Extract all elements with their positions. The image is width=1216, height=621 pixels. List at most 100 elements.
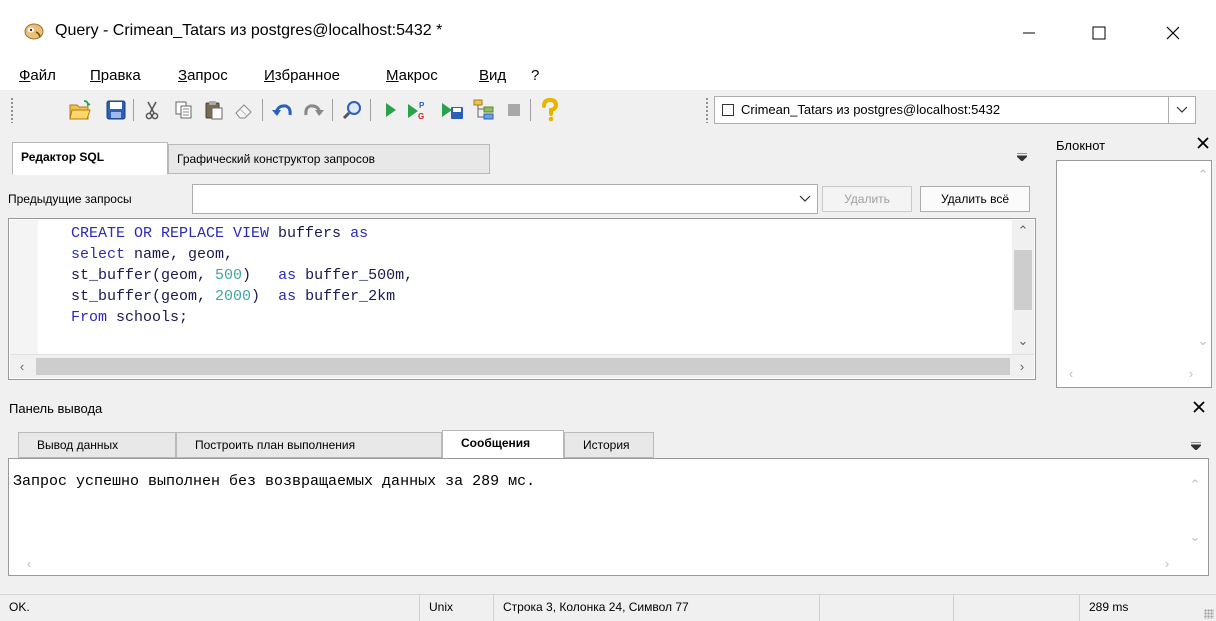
execute-pgscript-button[interactable]: P G bbox=[406, 98, 430, 122]
code-token: schools; bbox=[116, 309, 189, 326]
sql-code[interactable]: CREATE OR REPLACE VIEW buffers as select … bbox=[71, 223, 413, 328]
chevron-right-icon[interactable]: › bbox=[1159, 555, 1175, 571]
tab-messages[interactable]: Сообщения bbox=[442, 430, 564, 459]
history-label: Предыдущие запросы bbox=[8, 192, 132, 206]
code-token: 2000 bbox=[215, 288, 252, 305]
menu-macros[interactable]: Макрос bbox=[386, 67, 438, 84]
redo-button[interactable] bbox=[302, 98, 326, 122]
connection-dropdown-button[interactable] bbox=[1168, 96, 1196, 124]
chevron-left-icon[interactable]: ‹ bbox=[14, 358, 30, 374]
resize-grip[interactable] bbox=[1204, 609, 1214, 619]
editor-horizontal-scrollbar[interactable]: ‹ › bbox=[10, 354, 1034, 378]
output-panel: Панель вывода Вывод данных Построить пла… bbox=[0, 394, 1216, 594]
execute-button[interactable] bbox=[378, 98, 402, 122]
chevron-down-icon[interactable]: ⌄ bbox=[1187, 529, 1203, 545]
menu-file[interactable]: Файл bbox=[19, 67, 56, 84]
menu-edit[interactable]: Правка bbox=[90, 67, 141, 84]
chevron-up-icon[interactable]: ⌃ bbox=[1187, 477, 1203, 493]
sql-code-editor[interactable]: CREATE OR REPLACE VIEW buffers as select … bbox=[8, 218, 1036, 380]
scrollbar-thumb[interactable] bbox=[36, 358, 1010, 375]
delete-button[interactable]: Удалить bbox=[822, 186, 912, 212]
execute-to-file-button[interactable] bbox=[440, 98, 464, 122]
paste-button[interactable] bbox=[202, 98, 226, 122]
chevron-up-icon[interactable]: ⌃ bbox=[1015, 223, 1031, 239]
chevron-right-icon[interactable]: › bbox=[1183, 365, 1199, 381]
editor-vertical-scrollbar[interactable]: ⌃ ⌄ bbox=[1012, 220, 1034, 354]
tab-data-output[interactable]: Вывод данных bbox=[18, 432, 176, 458]
status-state: OK. bbox=[0, 595, 420, 621]
menu-help[interactable]: ? bbox=[531, 67, 539, 84]
code-token: as bbox=[278, 267, 306, 284]
menu-view[interactable]: Вид bbox=[479, 67, 506, 84]
code-token: CREATE OR REPLACE VIEW bbox=[71, 225, 279, 242]
dropdown-arrow-icon bbox=[1191, 442, 1201, 450]
help-icon bbox=[542, 98, 559, 122]
tab-history[interactable]: История bbox=[564, 432, 654, 458]
play-icon bbox=[386, 103, 396, 117]
toolbar-grip[interactable] bbox=[10, 97, 14, 123]
status-empty-cell bbox=[954, 595, 1080, 621]
tab-graphical-query-builder[interactable]: Графический конструктор запросов bbox=[168, 144, 490, 174]
code-token: name, geom, bbox=[134, 246, 234, 263]
query-history-row: Предыдущие запросы Удалить Удалить всё bbox=[8, 184, 1042, 214]
clear-button[interactable] bbox=[232, 98, 256, 122]
minimize-button[interactable] bbox=[1006, 16, 1052, 50]
maximize-button[interactable] bbox=[1076, 16, 1122, 50]
chevron-left-icon[interactable]: ‹ bbox=[21, 555, 37, 571]
chevron-down-icon[interactable]: ⌄ bbox=[1015, 333, 1031, 349]
code-token: st_buffer(geom, bbox=[71, 267, 216, 284]
toolbar-separator bbox=[332, 99, 333, 121]
notepad-panel: Блокнот ⌃ ⌄ ‹ › bbox=[1048, 134, 1216, 388]
scrollbar-thumb[interactable] bbox=[1014, 250, 1032, 310]
notepad-close-button[interactable] bbox=[1196, 136, 1212, 154]
menu-query[interactable]: Запрос bbox=[178, 67, 228, 84]
cut-button[interactable] bbox=[140, 98, 164, 122]
explain-icon bbox=[473, 99, 494, 120]
output-tab-list-menu-button[interactable] bbox=[1188, 438, 1204, 454]
copy-button[interactable] bbox=[172, 98, 196, 122]
code-token: ) bbox=[242, 267, 279, 284]
connection-select[interactable]: Crimean_Tatars из postgres@localhost:543… bbox=[714, 96, 1196, 124]
code-token: buffer_500m, bbox=[305, 267, 414, 284]
close-button[interactable] bbox=[1150, 16, 1196, 50]
tab-sql-editor[interactable]: Редактор SQL bbox=[12, 142, 168, 175]
delete-all-button[interactable]: Удалить всё bbox=[920, 186, 1030, 212]
chevron-up-icon[interactable]: ⌃ bbox=[1195, 167, 1211, 183]
help-button[interactable] bbox=[538, 98, 562, 122]
chevron-left-icon[interactable]: ‹ bbox=[1063, 365, 1079, 381]
editor-gutter bbox=[10, 220, 38, 354]
magnifier-icon bbox=[342, 101, 361, 120]
menu-favourites[interactable]: Избранное bbox=[264, 67, 340, 84]
copy-icon bbox=[175, 101, 192, 119]
open-file-button[interactable] bbox=[68, 98, 92, 122]
toolbar-grip[interactable] bbox=[705, 97, 709, 123]
save-button[interactable] bbox=[104, 98, 128, 122]
messages-output[interactable]: Запрос успешно выполнен без возвращаемых… bbox=[8, 458, 1209, 576]
cut-icon bbox=[145, 101, 159, 120]
sql-editor-panel: Редактор SQL Графический конструктор зап… bbox=[8, 134, 1042, 388]
code-line[interactable]: st_buffer(geom, 500) as buffer_500m, bbox=[71, 265, 413, 286]
chevron-right-icon[interactable]: › bbox=[1014, 358, 1030, 374]
code-line[interactable]: select name, geom, bbox=[71, 244, 413, 265]
code-line[interactable]: st_buffer(geom, 2000) as buffer_2km bbox=[71, 286, 413, 307]
notepad-textarea[interactable]: ⌃ ⌄ ‹ › bbox=[1056, 160, 1212, 388]
status-elapsed-time: 289 ms bbox=[1089, 600, 1129, 614]
explain-query-button[interactable] bbox=[472, 98, 496, 122]
stop-button[interactable] bbox=[502, 98, 526, 122]
code-line[interactable]: From schools; bbox=[71, 307, 413, 328]
undo-button[interactable] bbox=[270, 98, 294, 122]
title-bar: Query - Crimean_Tatars из postgres@local… bbox=[0, 0, 1216, 62]
undo-icon bbox=[272, 104, 292, 116]
tab-explain-plan[interactable]: Построить план выполнения bbox=[176, 432, 442, 458]
chevron-down-icon bbox=[1176, 106, 1188, 113]
tab-list-menu-button[interactable] bbox=[1014, 149, 1030, 165]
status-empty-cell bbox=[820, 595, 954, 621]
history-select[interactable] bbox=[192, 184, 818, 214]
connection-checkbox[interactable] bbox=[722, 104, 734, 116]
paste-icon bbox=[205, 101, 223, 120]
code-line[interactable]: CREATE OR REPLACE VIEW buffers as bbox=[71, 223, 413, 244]
output-panel-close-button[interactable] bbox=[1192, 400, 1210, 418]
find-button[interactable] bbox=[340, 98, 364, 122]
chevron-down-icon[interactable]: ⌄ bbox=[1195, 333, 1211, 349]
maximize-icon bbox=[1092, 26, 1106, 40]
